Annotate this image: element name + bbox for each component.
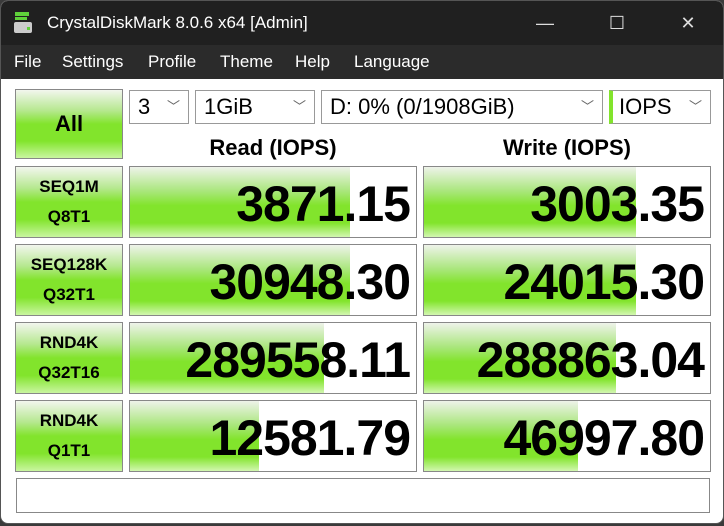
write-value: 46997.80 bbox=[503, 410, 705, 466]
chevron-down-icon: ﹀ bbox=[166, 99, 180, 114]
test-params: Q32T1 bbox=[43, 285, 95, 304]
test-button-0[interactable]: SEQ1M Q8T1 bbox=[15, 166, 123, 238]
write-value: 24015.30 bbox=[503, 254, 705, 310]
test-name: SEQ1M bbox=[39, 177, 99, 196]
size-select[interactable]: 1GiB ﹀ bbox=[195, 90, 315, 124]
read-value: 30948.30 bbox=[209, 254, 411, 310]
test-name: SEQ128K bbox=[30, 255, 108, 274]
app-window: CrystalDiskMark 8.0.6 x64 [Admin] — ☐ ✕ … bbox=[0, 0, 724, 524]
write-result-1: 24015.30 bbox=[423, 244, 711, 316]
chevron-down-icon: ﹀ bbox=[292, 99, 306, 114]
close-button[interactable]: ✕ bbox=[665, 9, 711, 37]
count-select[interactable]: 3 ﹀ bbox=[129, 90, 189, 124]
test-button-3[interactable]: RND4K Q1T1 bbox=[15, 400, 123, 472]
size-value: 1GiB bbox=[204, 94, 253, 119]
test-params: Q32T16 bbox=[38, 363, 100, 382]
test-params: Q8T1 bbox=[47, 207, 91, 226]
window-title: CrystalDiskMark 8.0.6 x64 [Admin] bbox=[47, 13, 308, 32]
chevron-down-icon: ﹀ bbox=[688, 99, 702, 114]
test-button-2[interactable]: RND4K Q32T16 bbox=[15, 322, 123, 394]
read-value: 3871.15 bbox=[236, 176, 411, 232]
unit-value: IOPS bbox=[619, 94, 672, 119]
write-value: 3003.35 bbox=[530, 176, 705, 232]
menu-profile[interactable]: Profile bbox=[148, 52, 196, 72]
minimize-button[interactable]: — bbox=[522, 9, 568, 37]
test-params: Q1T1 bbox=[47, 441, 91, 460]
read-result-3: 12581.79 bbox=[129, 400, 417, 472]
read-result-0: 3871.15 bbox=[129, 166, 417, 238]
test-name: RND4K bbox=[39, 411, 99, 430]
test-name: RND4K bbox=[39, 333, 99, 352]
all-button[interactable]: All bbox=[15, 89, 123, 159]
app-disk-icon bbox=[14, 12, 32, 33]
read-value: 12581.79 bbox=[209, 410, 411, 466]
count-value: 3 bbox=[138, 94, 151, 119]
write-header: Write (IOPS) bbox=[503, 135, 631, 160]
drive-select[interactable]: D: 0% (0/1908GiB) ﹀ bbox=[321, 90, 603, 124]
read-header: Read (IOPS) bbox=[209, 135, 337, 160]
unit-select[interactable]: IOPS ﹀ bbox=[609, 90, 711, 124]
menu-settings[interactable]: Settings bbox=[62, 52, 123, 72]
read-result-2: 289558.11 bbox=[129, 322, 417, 394]
write-result-0: 3003.35 bbox=[423, 166, 711, 238]
comment-field[interactable] bbox=[16, 478, 710, 513]
maximize-button[interactable]: ☐ bbox=[594, 9, 640, 37]
menu-language[interactable]: Language bbox=[354, 52, 430, 72]
write-result-2: 288863.04 bbox=[423, 322, 711, 394]
read-value: 289558.11 bbox=[185, 332, 411, 388]
drive-value: D: 0% (0/1908GiB) bbox=[330, 94, 515, 119]
menu-bar: File Settings Profile Theme Help Languag… bbox=[1, 45, 723, 79]
menu-help[interactable]: Help bbox=[295, 52, 330, 72]
test-button-1[interactable]: SEQ128K Q32T1 bbox=[15, 244, 123, 316]
write-value: 288863.04 bbox=[476, 332, 705, 388]
menu-theme[interactable]: Theme bbox=[220, 52, 273, 72]
title-bar: CrystalDiskMark 8.0.6 x64 [Admin] — ☐ ✕ bbox=[1, 1, 723, 45]
chevron-down-icon: ﹀ bbox=[580, 99, 594, 114]
write-result-3: 46997.80 bbox=[423, 400, 711, 472]
menu-file[interactable]: File bbox=[14, 52, 41, 72]
read-result-1: 30948.30 bbox=[129, 244, 417, 316]
